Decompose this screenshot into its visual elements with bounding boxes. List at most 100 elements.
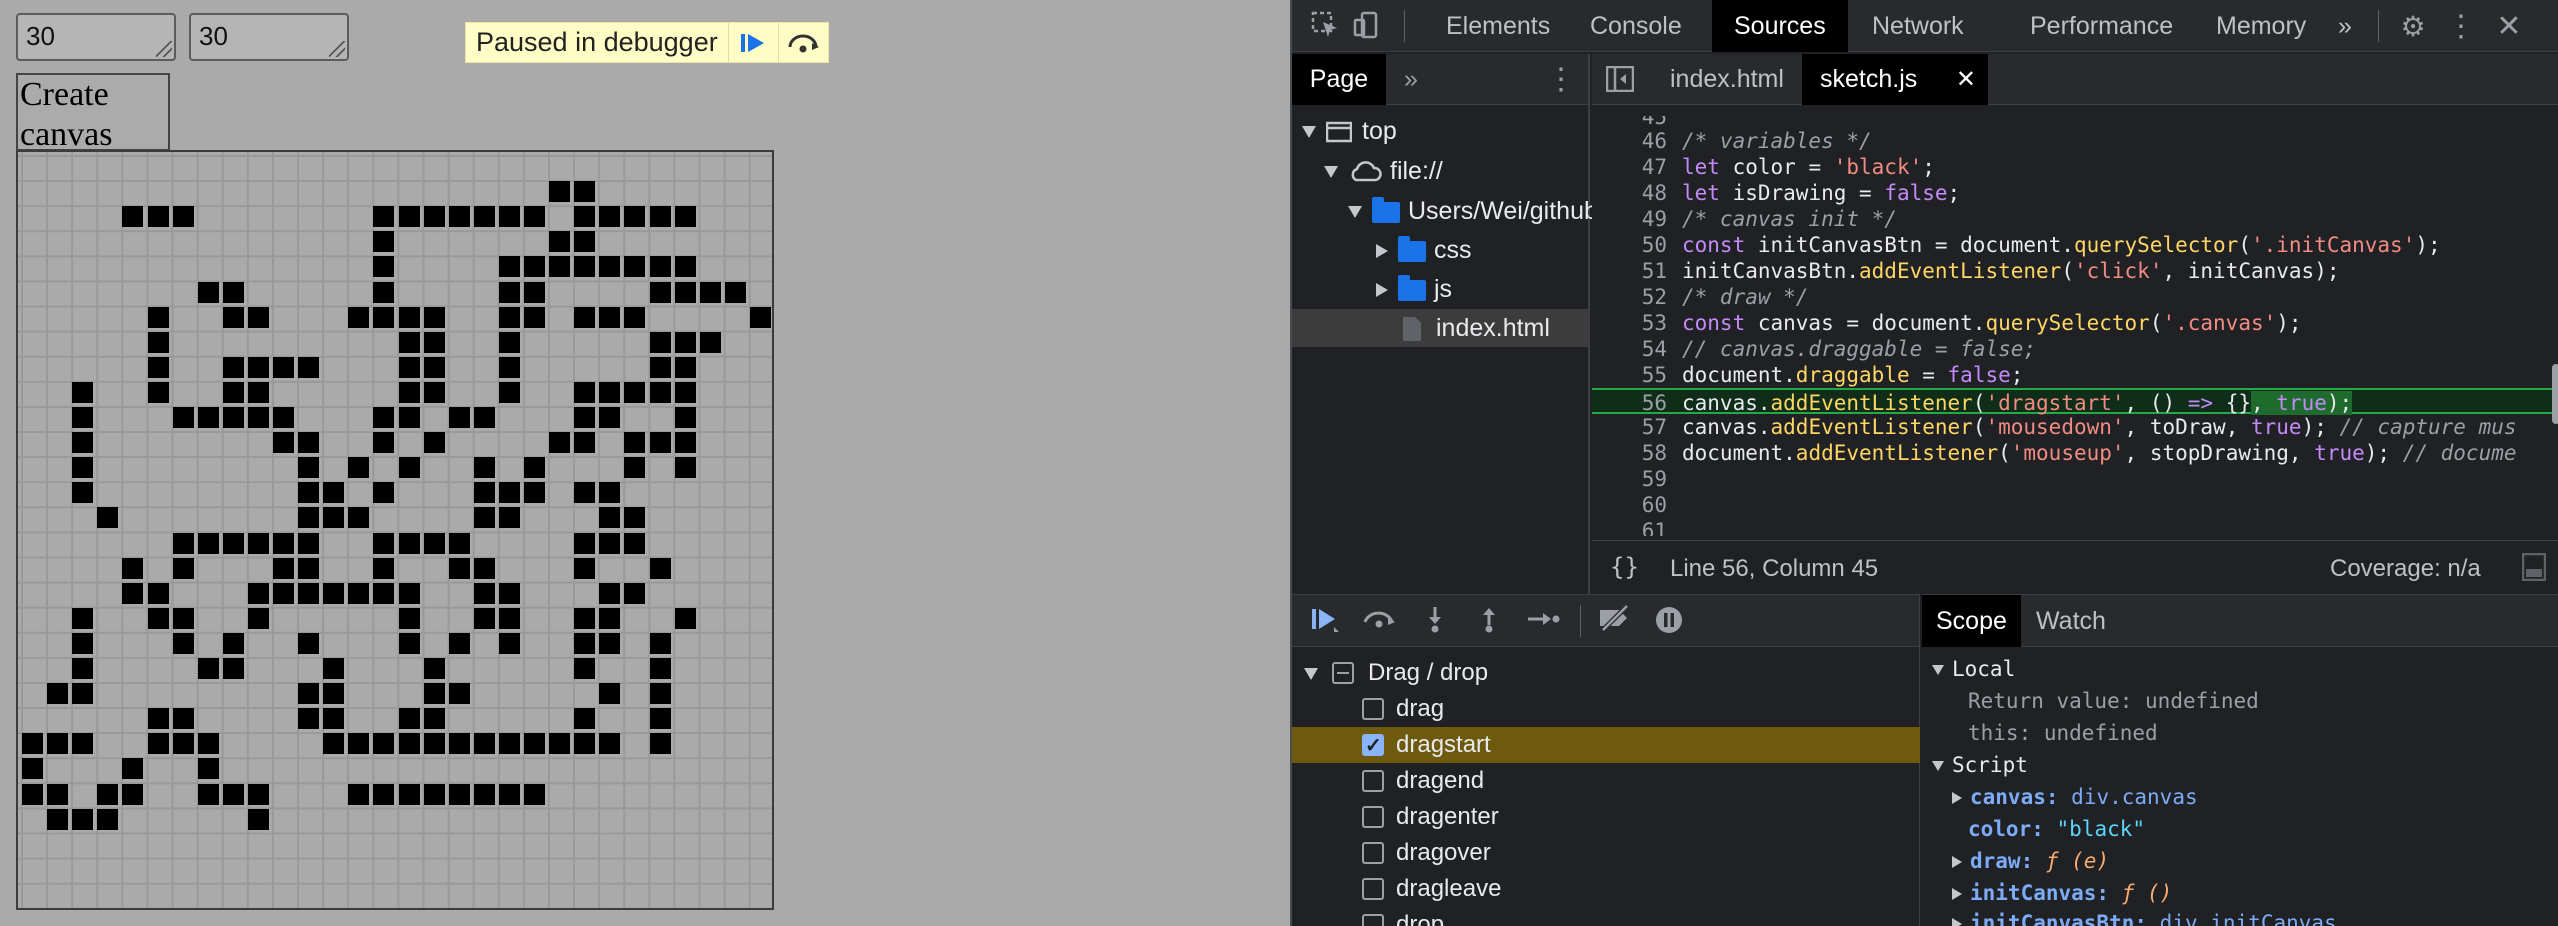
canvas-cell-filled[interactable] <box>649 206 671 228</box>
canvas-cell-filled[interactable] <box>373 733 395 755</box>
canvas-cell-filled[interactable] <box>599 607 621 629</box>
canvas-cell-filled[interactable] <box>473 582 495 604</box>
canvas-cell-filled[interactable] <box>498 306 520 328</box>
canvas-cell-filled[interactable] <box>247 306 269 328</box>
canvas-cell-filled[interactable] <box>197 658 219 679</box>
tree-item-file[interactable]: file:// <box>1324 152 1443 190</box>
canvas-cell-filled[interactable] <box>674 331 696 353</box>
scope-var-draw[interactable]: draw: ƒ (e) <box>1952 845 2109 877</box>
canvas-cell-filled[interactable] <box>473 482 495 504</box>
canvas-cell-filled[interactable] <box>298 457 320 479</box>
close-tab-icon[interactable]: ✕ <box>1956 54 1976 105</box>
navigator-more-button[interactable]: » <box>1404 54 1418 105</box>
checkbox[interactable] <box>1362 914 1384 926</box>
canvas-cell-filled[interactable] <box>574 256 596 278</box>
canvas-cell-filled[interactable] <box>72 683 94 705</box>
canvas-cell-filled[interactable] <box>498 482 520 504</box>
tree-item-css-folder[interactable]: css <box>1376 231 1472 269</box>
canvas-cell-filled[interactable] <box>524 457 545 479</box>
checkbox[interactable] <box>1362 878 1384 900</box>
canvas-cell-filled[interactable] <box>699 281 721 303</box>
canvas-cell-filled[interactable] <box>147 381 169 403</box>
canvas-cell-filled[interactable] <box>373 231 395 253</box>
canvas-cell-filled[interactable] <box>197 733 219 755</box>
canvas-cell-filled[interactable] <box>524 281 545 303</box>
canvas-cell-filled[interactable] <box>724 281 746 303</box>
canvas-cell-filled[interactable] <box>147 607 169 629</box>
canvas-cell-filled[interactable] <box>574 306 596 328</box>
canvas-cell-filled[interactable] <box>348 306 370 328</box>
more-tabs-button[interactable]: » <box>2328 0 2362 52</box>
canvas-cell-filled[interactable] <box>599 206 621 228</box>
gear-icon[interactable]: ⚙ <box>2396 10 2430 44</box>
canvas-cell-filled[interactable] <box>574 557 596 579</box>
canvas-cell-filled[interactable] <box>498 356 520 378</box>
canvas-cell-filled[interactable] <box>323 482 345 504</box>
canvas-cell-filled[interactable] <box>147 582 169 604</box>
canvas-cell-filled[interactable] <box>247 607 269 629</box>
canvas-cell-filled[interactable] <box>72 407 94 428</box>
canvas-cell-filled[interactable] <box>348 457 370 479</box>
canvas-cell-filled[interactable] <box>649 356 671 378</box>
canvas-cell-filled[interactable] <box>323 683 345 705</box>
canvas-cell-filled[interactable] <box>649 256 671 278</box>
scope-section-local[interactable]: Local <box>1932 653 2015 685</box>
canvas-cell-filled[interactable] <box>624 256 646 278</box>
canvas-cell-filled[interactable] <box>273 432 294 454</box>
canvas-cell-filled[interactable] <box>273 557 294 579</box>
canvas-cell-filled[interactable] <box>222 281 244 303</box>
canvas-cell-filled[interactable] <box>122 557 144 579</box>
canvas-cell-filled[interactable] <box>423 356 445 378</box>
breakpoint-item[interactable]: dragend <box>1292 763 1920 799</box>
canvas-cell-filled[interactable] <box>247 532 269 554</box>
step-out-button[interactable] <box>1470 605 1508 639</box>
tree-item-js-folder[interactable]: js <box>1376 270 1452 308</box>
canvas-cell-filled[interactable] <box>423 306 445 328</box>
tab-page[interactable]: Page <box>1292 54 1386 105</box>
inspect-element-icon[interactable] <box>1308 10 1342 44</box>
canvas-cell-filled[interactable] <box>574 632 596 654</box>
canvas-cell-filled[interactable] <box>574 658 596 679</box>
canvas-cell-filled[interactable] <box>323 733 345 755</box>
canvas-cell-filled[interactable] <box>72 457 94 479</box>
canvas-cell-filled[interactable] <box>649 432 671 454</box>
canvas-cell-filled[interactable] <box>524 206 545 228</box>
canvas-cell-filled[interactable] <box>172 407 194 428</box>
canvas-cell-filled[interactable] <box>373 432 395 454</box>
canvas-cell-filled[interactable] <box>373 557 395 579</box>
canvas-cell-filled[interactable] <box>574 708 596 730</box>
canvas-cell-filled[interactable] <box>373 783 395 805</box>
canvas-cell-filled[interactable] <box>473 783 495 805</box>
canvas-cell-filled[interactable] <box>398 532 420 554</box>
canvas-cell-filled[interactable] <box>197 407 219 428</box>
canvas-cell-filled[interactable] <box>298 557 320 579</box>
canvas-cell-filled[interactable] <box>147 206 169 228</box>
canvas-cell-filled[interactable] <box>423 683 445 705</box>
canvas-cell-filled[interactable] <box>323 582 345 604</box>
canvas-cell-filled[interactable] <box>72 432 94 454</box>
tab-elements[interactable]: Elements <box>1420 0 1576 52</box>
canvas-cell-filled[interactable] <box>373 582 395 604</box>
canvas-cell-filled[interactable] <box>47 683 69 705</box>
step-over-button[interactable] <box>1360 605 1398 639</box>
canvas-cell-filled[interactable] <box>323 658 345 679</box>
canvas-cell-filled[interactable] <box>172 708 194 730</box>
canvas-cell-filled[interactable] <box>599 407 621 428</box>
cols-input[interactable]: 30 <box>189 13 349 61</box>
tree-item-top[interactable]: top <box>1302 112 1397 150</box>
canvas-cell-filled[interactable] <box>247 381 269 403</box>
close-icon[interactable]: ✕ <box>2492 10 2526 44</box>
resume-button[interactable] <box>1306 605 1344 639</box>
canvas-cell-filled[interactable] <box>448 407 470 428</box>
canvas-cell-filled[interactable] <box>599 733 621 755</box>
canvas-cell-filled[interactable] <box>348 783 370 805</box>
canvas-cell-filled[interactable] <box>599 632 621 654</box>
vertical-scrollbar[interactable] <box>2552 364 2558 424</box>
canvas-cell-filled[interactable] <box>398 632 420 654</box>
canvas-cell-filled[interactable] <box>373 407 395 428</box>
canvas-cell-filled[interactable] <box>624 381 646 403</box>
step-button[interactable] <box>1524 605 1562 639</box>
scope-var-initcanvasbtn[interactable]: initCanvasBtn: div.initCanvas <box>1952 907 2337 926</box>
canvas-cell-filled[interactable] <box>247 356 269 378</box>
canvas-cell-filled[interactable] <box>398 331 420 353</box>
